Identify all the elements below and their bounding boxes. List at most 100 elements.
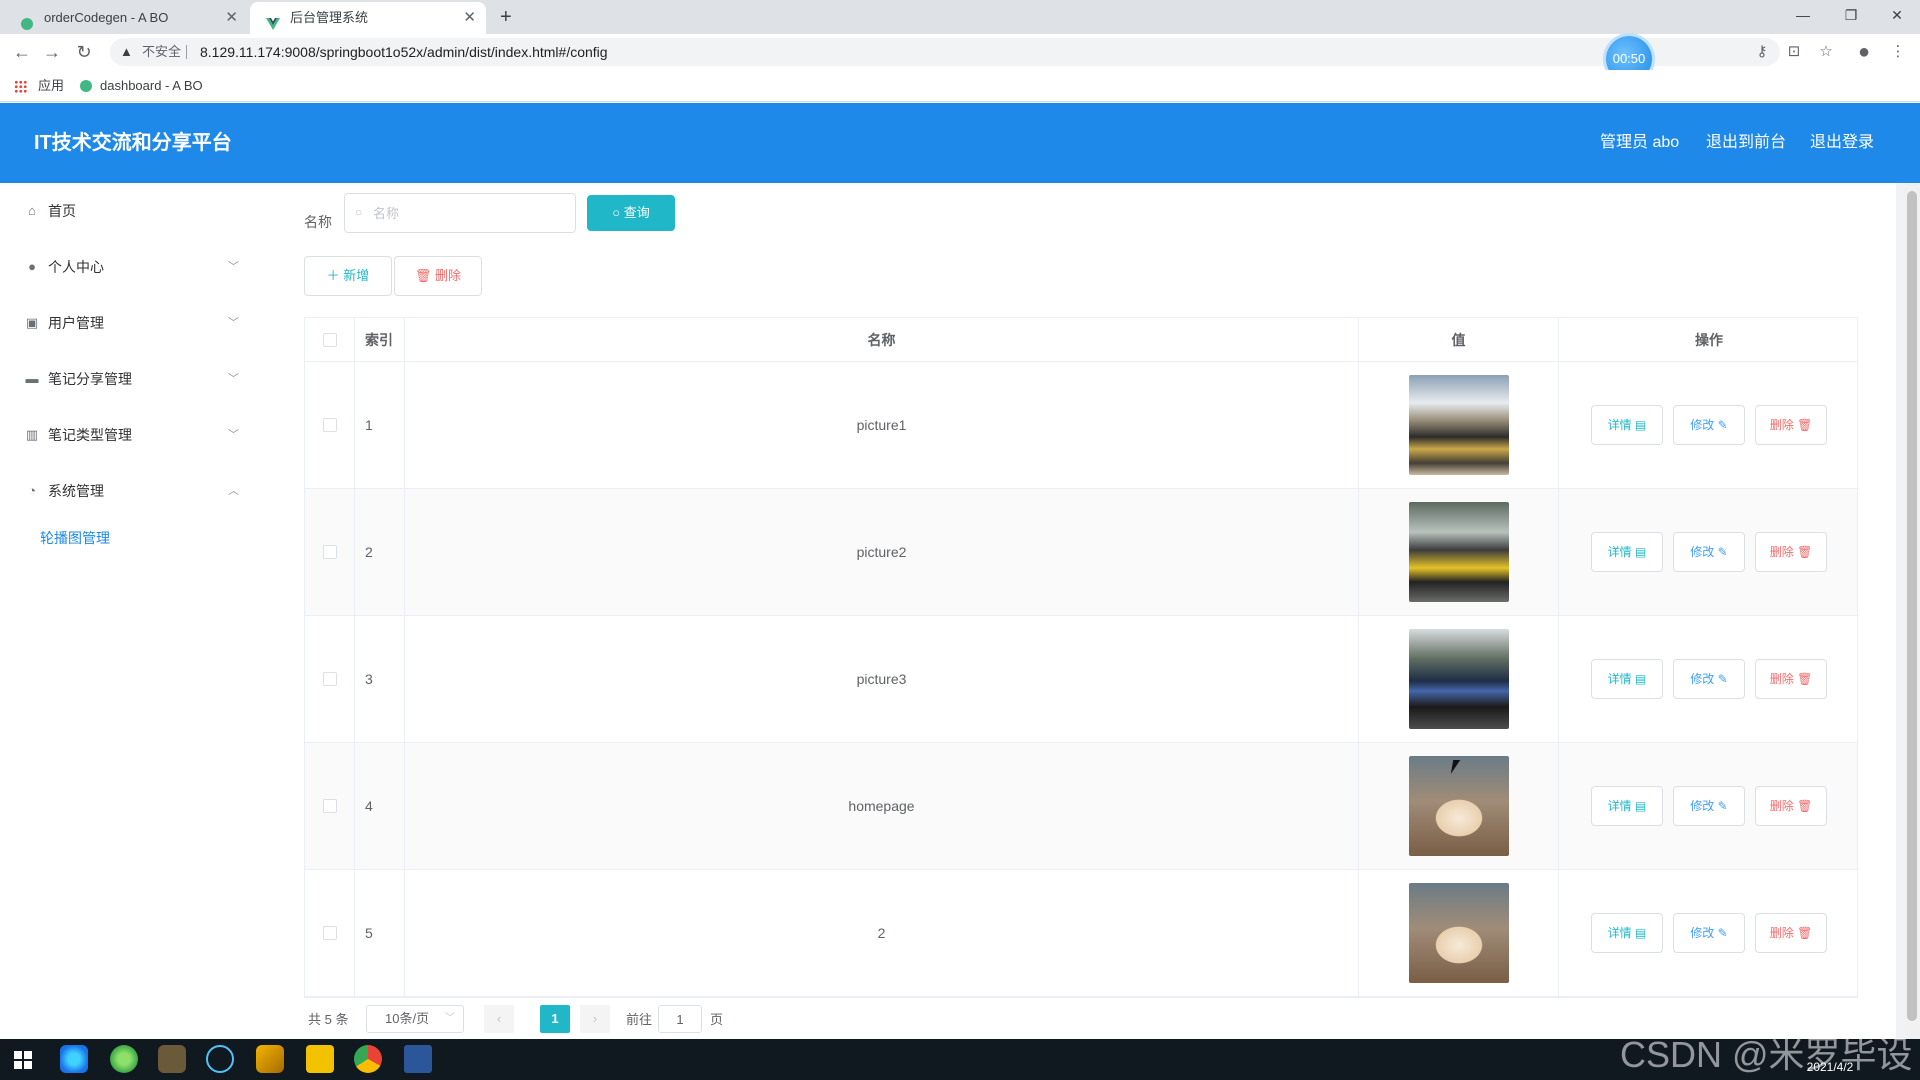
edit-button[interactable]: 修改 ✎	[1673, 659, 1745, 699]
sidebar-item-personal-center[interactable]: ● 个人中心 ﹀	[0, 239, 284, 295]
add-button[interactable]: ＋ 新增	[304, 256, 392, 296]
row-value-cell	[1359, 362, 1559, 488]
cars-thumbnail[interactable]	[1408, 375, 1509, 475]
row-value-cell	[1359, 616, 1559, 742]
edit-label: 修改	[1690, 926, 1715, 940]
carousel-table: 索引 名称 值 操作 1 picture1 详情 ▤ 修改 ✎ 删除 🗑︎ 2 …	[304, 317, 1858, 998]
table-header: 索引 名称 值 操作	[305, 318, 1857, 362]
detail-button[interactable]: 详情 ▤	[1591, 913, 1663, 953]
page-scrollbar[interactable]	[1904, 183, 1920, 1039]
browser-tab-admin[interactable]: 后台管理系统 ✕	[250, 2, 486, 34]
word-icon[interactable]	[404, 1045, 432, 1073]
browser-tab-ordercodegen[interactable]: orderCodegen - A BO ✕	[4, 2, 248, 34]
trash-icon: 🗑︎	[1797, 926, 1813, 940]
cat-thumbnail[interactable]	[1408, 883, 1509, 983]
delete-button[interactable]: 删除 🗑︎	[1755, 913, 1827, 953]
delete-button[interactable]: 删除 🗑︎	[1755, 405, 1827, 445]
pencil-icon: ✎	[1717, 926, 1728, 940]
sidebar-item-home[interactable]: ⌂ 首页	[0, 183, 284, 239]
detail-button[interactable]: 详情 ▤	[1591, 405, 1663, 445]
detail-button[interactable]: 详情 ▤	[1591, 786, 1663, 826]
wechat-icon[interactable]	[158, 1045, 186, 1073]
vue-favicon-icon	[20, 11, 34, 30]
more-menu-icon[interactable]: ⋮	[1886, 40, 1910, 64]
windows-start-icon[interactable]	[14, 1051, 32, 1069]
close-tab-icon[interactable]: ✕	[463, 2, 476, 34]
restore-window-icon[interactable]: ❐	[1828, 0, 1874, 30]
page-size-value: 10条/页	[385, 1011, 430, 1026]
sidebar-item-label: 首页	[48, 203, 76, 219]
vue-favicon-icon	[80, 80, 92, 92]
sidebar-subitem-carousel-management[interactable]: 轮播图管理	[0, 513, 284, 563]
pencil-icon: ✎	[1717, 545, 1728, 559]
row-name: picture2	[405, 489, 1359, 615]
row-checkbox-cell	[305, 489, 355, 615]
close-tab-icon[interactable]: ✕	[225, 2, 238, 34]
edit-button[interactable]: 修改 ✎	[1673, 532, 1745, 572]
row-checkbox[interactable]	[322, 672, 337, 686]
logout-link[interactable]: 退出登录	[1810, 103, 1874, 183]
search-app-icon[interactable]	[206, 1045, 234, 1073]
cat-thumbnail[interactable]	[1408, 756, 1509, 856]
row-actions: 详情 ▤ 修改 ✎ 删除 🗑︎	[1559, 743, 1859, 869]
query-button[interactable]: ○ 查询	[587, 195, 675, 231]
app-yellow-icon[interactable]	[306, 1045, 334, 1073]
sidebar-item-note-type-management[interactable]: ▥ 笔记类型管理 ﹀	[0, 407, 284, 463]
profile-avatar-icon[interactable]: ●	[1852, 40, 1876, 64]
table-row: 2 picture2 详情 ▤ 修改 ✎ 删除 🗑︎	[305, 489, 1857, 616]
row-checkbox[interactable]	[322, 799, 337, 813]
translate-icon[interactable]: ⊡	[1782, 40, 1806, 64]
reload-icon[interactable]: ↻	[72, 40, 96, 64]
page-number-current[interactable]: 1	[540, 1005, 570, 1033]
edit-button[interactable]: 修改 ✎	[1673, 405, 1745, 445]
document-icon: ▤	[1635, 418, 1647, 432]
edit-button[interactable]: 修改 ✎	[1673, 786, 1745, 826]
delete-button-label: 删除	[435, 268, 462, 283]
row-checkbox[interactable]	[322, 926, 337, 940]
chart-icon: ▥	[25, 427, 39, 442]
next-page-button[interactable]: ›	[580, 1005, 610, 1033]
column-header-name: 名称	[405, 318, 1359, 361]
briefcase-icon: ▬	[25, 371, 39, 386]
back-to-frontend-link[interactable]: 退出到前台	[1706, 103, 1786, 183]
file-manager-icon[interactable]	[256, 1045, 284, 1073]
goto-page-input[interactable]	[658, 1005, 702, 1033]
row-checkbox[interactable]	[322, 418, 337, 432]
sidebar-menu: ⌂ 首页 ● 个人中心 ﹀ ▣ 用户管理 ﹀ ▬ 笔记分享管理 ﹀ ▥ 笔记类型…	[0, 183, 284, 1039]
sidebar-item-user-management[interactable]: ▣ 用户管理 ﹀	[0, 295, 284, 351]
admin-user-link[interactable]: 管理员 abo	[1600, 103, 1679, 183]
column-header-actions: 操作	[1695, 331, 1723, 348]
page-size-select[interactable]: 10条/页 ﹀	[366, 1005, 464, 1033]
bookmark-apps[interactable]: 应用	[38, 70, 64, 102]
yellow-car-thumbnail[interactable]	[1408, 502, 1509, 602]
chrome-icon[interactable]	[354, 1045, 382, 1073]
select-all-checkbox[interactable]	[322, 332, 337, 347]
detail-button[interactable]: 详情 ▤	[1591, 659, 1663, 699]
delete-button[interactable]: 删除 🗑︎	[1755, 532, 1827, 572]
detail-button[interactable]: 详情 ▤	[1591, 532, 1663, 572]
star-bookmark-icon[interactable]: ☆	[1814, 40, 1838, 64]
delete-button[interactable]: 删除 🗑︎	[1755, 786, 1827, 826]
edit-button[interactable]: 修改 ✎	[1673, 913, 1745, 953]
prev-page-button[interactable]: ‹	[484, 1005, 514, 1033]
scrollbar-thumb[interactable]	[1907, 191, 1917, 1021]
forward-arrow-icon[interactable]: →	[40, 40, 64, 64]
trash-icon: 🗑︎	[1797, 545, 1813, 559]
key-icon[interactable]: ⚷	[1750, 40, 1774, 64]
app-green-icon[interactable]	[110, 1045, 138, 1073]
search-input[interactable]	[373, 198, 571, 228]
back-arrow-icon[interactable]: ←	[10, 40, 34, 64]
bookmark-dashboard[interactable]: dashboard - A BO	[100, 70, 203, 102]
batch-delete-button[interactable]: 🗑︎ 删除	[394, 256, 482, 296]
delete-button[interactable]: 删除 🗑︎	[1755, 659, 1827, 699]
blue-car-thumbnail[interactable]	[1408, 629, 1509, 729]
edge-browser-icon[interactable]	[60, 1045, 88, 1073]
row-checkbox-cell	[305, 870, 355, 996]
row-checkbox[interactable]	[322, 545, 337, 559]
sidebar-item-system-management[interactable]: ◔ 系统管理 ︿	[0, 463, 284, 519]
close-window-icon[interactable]: ✕	[1874, 0, 1920, 30]
sidebar-item-note-share-management[interactable]: ▬ 笔记分享管理 ﹀	[0, 351, 284, 407]
new-tab-button[interactable]: +	[500, 4, 512, 30]
url-omnibox[interactable]: ▲ 不安全 8.129.11.174:9008/springboot1o52x/…	[110, 38, 1780, 66]
minimize-window-icon[interactable]: —	[1780, 0, 1826, 30]
